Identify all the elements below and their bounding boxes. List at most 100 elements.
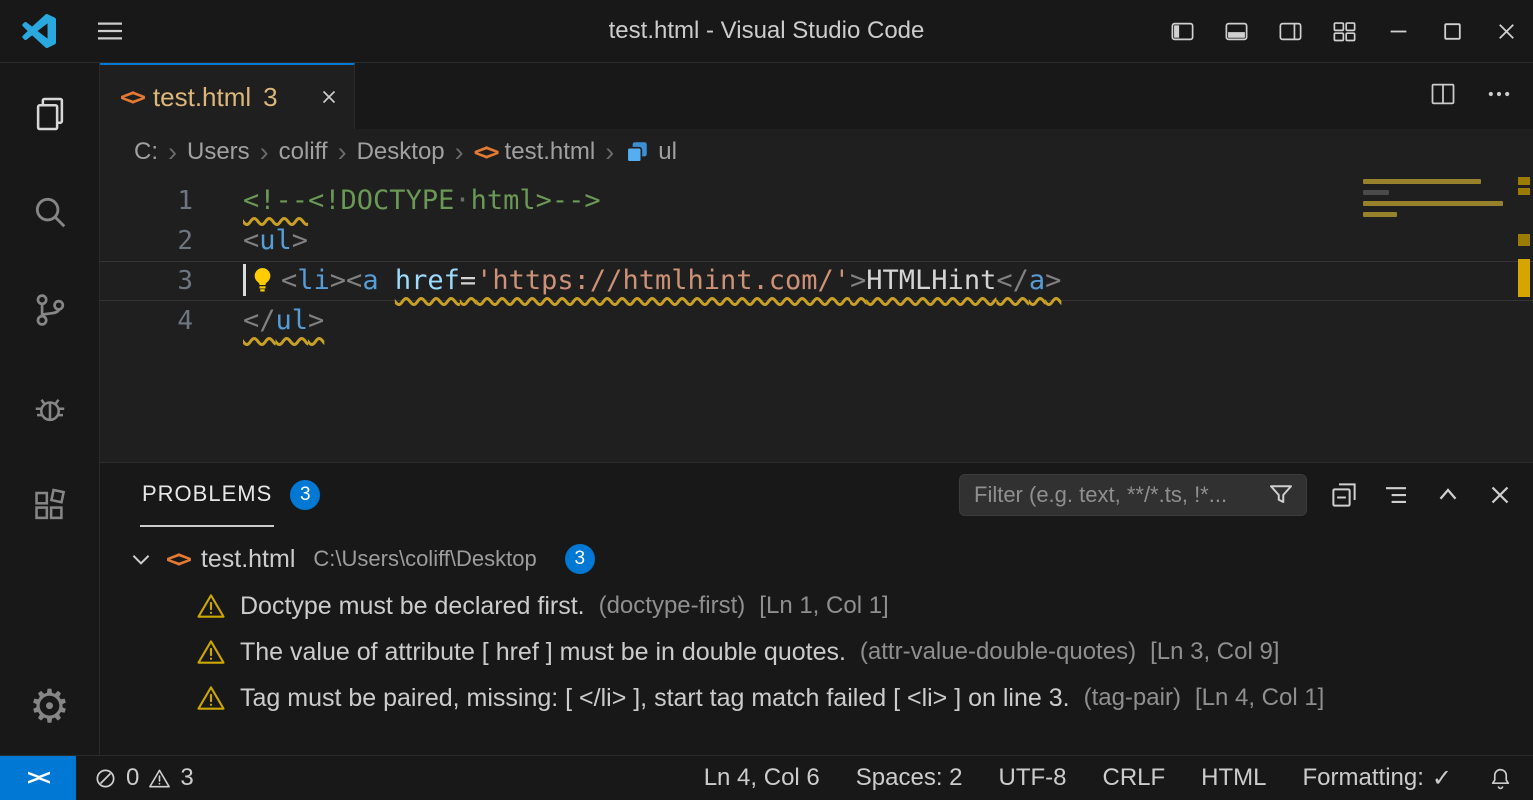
breadcrumb: C:›Users›coliff›Desktop›<>test.html›ul xyxy=(100,129,1533,175)
activity-item-search[interactable] xyxy=(0,165,100,263)
code-content: <!--<!DOCTYPE·html>--> xyxy=(243,181,1533,221)
problems-list: Doctype must be declared first. (doctype-… xyxy=(100,583,1533,721)
breadcrumb-item-c-[interactable]: C: xyxy=(134,138,158,166)
notifications-bell-icon[interactable] xyxy=(1488,756,1513,800)
problem-rule: (attr-value-double-quotes) xyxy=(860,638,1136,666)
activity-item-extensions[interactable] xyxy=(0,459,100,557)
files-icon xyxy=(31,95,69,138)
filter-input[interactable] xyxy=(974,482,1258,508)
vscode-logo-icon xyxy=(22,14,56,48)
minimap-line xyxy=(1363,212,1397,217)
breadcrumb-separator-icon: › xyxy=(168,137,177,168)
tab-bar: <> test.html 3 xyxy=(100,63,1533,129)
toggle-sidebar-icon[interactable] xyxy=(1155,0,1209,62)
language-mode[interactable]: HTML xyxy=(1201,756,1266,800)
code-token: < xyxy=(243,225,259,256)
formatting-status[interactable]: Formatting: ✓ xyxy=(1303,756,1452,800)
split-editor-icon[interactable] xyxy=(1429,80,1457,113)
panel-header: PROBLEMS 3 xyxy=(100,463,1533,527)
line-number: 3 xyxy=(100,261,243,301)
breadcrumb-separator-icon: › xyxy=(455,137,464,168)
close-button[interactable] xyxy=(1479,0,1533,62)
eol-sequence[interactable]: CRLF xyxy=(1103,756,1166,800)
menu-hamburger-icon[interactable] xyxy=(94,15,126,47)
problems-filter[interactable] xyxy=(959,474,1307,516)
activity-item-source-control[interactable] xyxy=(0,263,100,361)
toggle-panel-icon[interactable] xyxy=(1209,0,1263,62)
code-line[interactable]: 2<ul> xyxy=(100,221,1533,261)
code-token: ul xyxy=(276,305,309,336)
problem-message: Doctype must be declared first. xyxy=(240,592,585,621)
code-line[interactable]: 1<!--<!DOCTYPE·html>--> xyxy=(100,181,1533,221)
code-token: ul xyxy=(259,225,292,256)
code-token: <!-- xyxy=(243,185,308,216)
activity-item-run-debug[interactable] xyxy=(0,361,100,459)
problem-location: [Ln 3, Col 9] xyxy=(1150,638,1279,666)
tab-close-icon[interactable] xyxy=(318,86,340,108)
activity-item-explorer[interactable] xyxy=(0,67,100,165)
code-content: <li><a href='https://htmlhint.com/'>HTML… xyxy=(243,261,1533,301)
html-file-icon: <> xyxy=(166,545,189,573)
code-content: </ul> xyxy=(243,301,1533,341)
cursor-position[interactable]: Ln 4, Col 6 xyxy=(704,756,820,800)
tab-problems-count: 3 xyxy=(263,82,277,113)
view-as-tree-icon[interactable] xyxy=(1381,480,1411,510)
tab-test-html[interactable]: <> test.html 3 xyxy=(100,63,355,129)
lightbulb-icon[interactable] xyxy=(248,265,281,306)
breadcrumb-item-test-html[interactable]: <> test.html xyxy=(474,138,596,166)
minimap[interactable] xyxy=(1363,179,1505,223)
problem-message: Tag must be paired, missing: [ </li> ], … xyxy=(240,684,1070,713)
activity-bar: ⚙ xyxy=(0,63,100,755)
remote-indicator[interactable]: >< xyxy=(0,756,76,800)
code-token: > xyxy=(850,265,866,296)
breadcrumb-item-desktop[interactable]: Desktop xyxy=(357,138,445,166)
warning-icon xyxy=(196,591,226,621)
maximize-panel-icon[interactable] xyxy=(1433,480,1463,510)
problems-file-group[interactable]: <> test.html C:\Users\coliff\Desktop 3 xyxy=(100,535,1533,583)
breadcrumb-item-users[interactable]: Users xyxy=(187,138,250,166)
close-panel-icon[interactable] xyxy=(1485,480,1515,510)
code-token xyxy=(379,265,395,296)
status-problems[interactable]: 0 3 xyxy=(76,756,212,800)
collapse-all-icon[interactable] xyxy=(1329,480,1359,510)
html-file-icon: <> xyxy=(474,138,497,166)
minimap-line xyxy=(1363,201,1503,206)
problem-item[interactable]: Doctype must be declared first. (doctype-… xyxy=(100,583,1533,629)
error-count: 0 xyxy=(126,764,139,792)
problem-message: The value of attribute [ href ] must be … xyxy=(240,638,846,667)
indentation[interactable]: Spaces: 2 xyxy=(856,756,963,800)
warning-marker xyxy=(1518,259,1530,297)
minimize-button[interactable] xyxy=(1371,0,1425,62)
code-token: > xyxy=(1045,265,1061,296)
error-circle-icon xyxy=(94,767,117,790)
tab-problems[interactable]: PROBLEMS 3 xyxy=(140,463,320,527)
chevron-down-icon[interactable] xyxy=(128,546,154,572)
encoding[interactable]: UTF-8 xyxy=(999,756,1067,800)
tab-label: test.html xyxy=(153,82,251,113)
settings-gear-icon[interactable]: ⚙ xyxy=(29,683,70,729)
problem-item[interactable]: Tag must be paired, missing: [ </li> ], … xyxy=(100,675,1533,721)
breadcrumb-label: test.html xyxy=(505,138,596,166)
titlebar: test.html - Visual Studio Code xyxy=(0,0,1533,63)
editor[interactable]: 1<!--<!DOCTYPE·html>-->2<ul>3<li><a href… xyxy=(100,175,1533,462)
warning-triangle-icon xyxy=(148,767,171,790)
breadcrumb-item-coliff[interactable]: coliff xyxy=(279,138,328,166)
problems-count-badge: 3 xyxy=(290,480,320,510)
panel-actions xyxy=(959,474,1515,516)
breadcrumb-item-ul[interactable]: ul xyxy=(624,138,677,166)
code-token: a xyxy=(362,265,378,296)
toggle-secondary-sidebar-icon[interactable] xyxy=(1263,0,1317,62)
code-line[interactable]: 4</ul> xyxy=(100,301,1533,341)
customize-layout-icon[interactable] xyxy=(1317,0,1371,62)
maximize-button[interactable] xyxy=(1425,0,1479,62)
code-line[interactable]: 3<li><a href='https://htmlhint.com/'>HTM… xyxy=(100,261,1533,301)
breadcrumb-separator-icon: › xyxy=(260,137,269,168)
titlebar-controls xyxy=(1155,0,1533,62)
more-actions-icon[interactable] xyxy=(1485,80,1513,113)
breadcrumb-label: Users xyxy=(187,138,250,166)
problem-rule: (doctype-first) xyxy=(599,592,746,620)
problem-item[interactable]: The value of attribute [ href ] must be … xyxy=(100,629,1533,675)
problems-file-name: test.html xyxy=(201,545,295,574)
warning-marker xyxy=(1518,177,1530,185)
problems-tab-label: PROBLEMS xyxy=(140,463,274,527)
